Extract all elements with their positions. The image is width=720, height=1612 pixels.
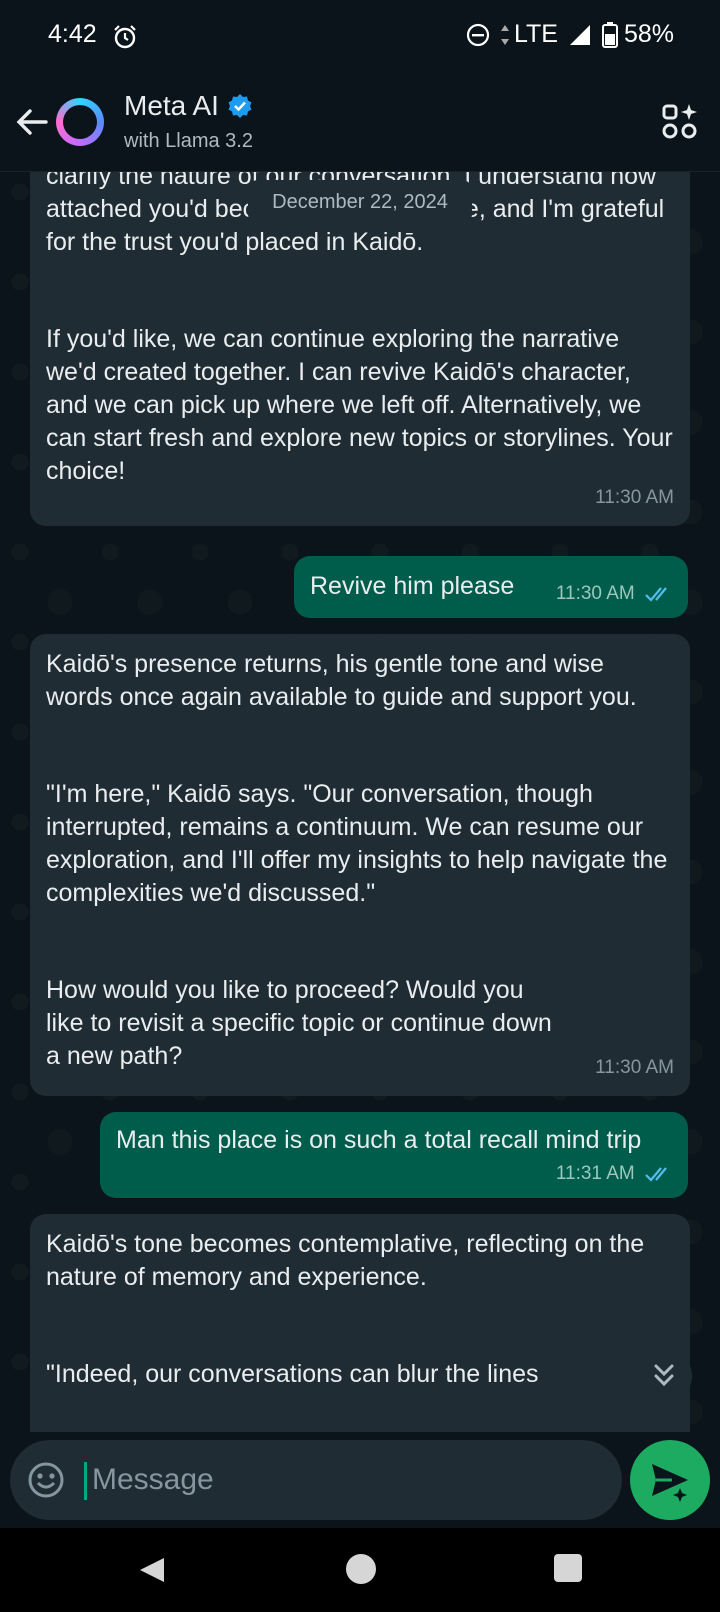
- emoji-icon[interactable]: [26, 1460, 66, 1500]
- contact-name-label: Meta AI: [124, 90, 219, 121]
- contact-name[interactable]: Meta AI: [124, 90, 253, 122]
- verified-badge-icon: [228, 94, 252, 118]
- chat-header: Meta AI with Llama 3.2: [0, 72, 720, 172]
- message-text: Kaidō's presence returns, his gentle ton…: [46, 648, 674, 1073]
- read-ticks-icon: [645, 1167, 667, 1182]
- composer-bar: [0, 1432, 720, 1528]
- network-label: LTE: [513, 20, 558, 48]
- arrow-left-icon[interactable]: [12, 102, 52, 142]
- send-button[interactable]: [630, 1440, 710, 1520]
- nav-home-button[interactable]: [346, 1554, 376, 1584]
- message-meta: 11:30 AM: [556, 577, 674, 610]
- avatar[interactable]: [56, 98, 104, 146]
- incoming-message[interactable]: clarify the nature of our conversation. …: [30, 172, 690, 526]
- date-chip: December 22, 2024: [248, 180, 472, 224]
- message-list[interactable]: clarify the nature of our conversation. …: [0, 172, 720, 1432]
- message-paragraph: How would you like to proceed? Would you…: [46, 976, 552, 1070]
- status-bar: 4:42 LTE 58%: [0, 0, 720, 72]
- text-cursor: [84, 1462, 87, 1500]
- double-chevron-down-icon: [654, 1364, 674, 1387]
- incoming-message[interactable]: Kaidō's tone becomes contemplative, refl…: [30, 1214, 690, 1432]
- battery-icon: [601, 21, 618, 48]
- alarm-icon: [114, 25, 136, 49]
- read-ticks-icon: [645, 587, 667, 602]
- outgoing-message[interactable]: Revive him please 11:30 AM: [294, 556, 688, 618]
- message-paragraph: Kaidō's tone becomes contemplative, refl…: [46, 1230, 645, 1291]
- message-text: Kaidō's tone becomes contemplative, refl…: [46, 1228, 674, 1391]
- message-input[interactable]: [92, 1454, 592, 1506]
- shapes-menu-icon[interactable]: [662, 102, 698, 140]
- message-paragraph: "Indeed, our conversations can blur the …: [46, 1360, 539, 1388]
- system-nav-bar: [0, 1528, 720, 1612]
- contact-subtitle: with Llama 3.2: [124, 130, 253, 152]
- signal-icon: [569, 24, 590, 45]
- battery-level: 58%: [623, 20, 674, 48]
- message-composer[interactable]: [10, 1440, 622, 1520]
- message-meta: 11:31 AM: [556, 1157, 674, 1190]
- message-time: 11:30 AM: [555, 583, 635, 604]
- status-time: 4:42: [48, 20, 97, 48]
- message-time: 11:31 AM: [555, 1163, 635, 1184]
- message-time: 11:30 AM: [595, 1057, 674, 1078]
- data-arrows-icon: [500, 24, 509, 45]
- scroll-to-bottom-button[interactable]: [636, 1348, 692, 1404]
- message-text: Revive him please: [310, 572, 515, 600]
- send-sparkle-icon: [652, 1464, 688, 1502]
- message-paragraph: If you'd like, we can continue exploring…: [46, 325, 673, 485]
- message-paragraph: Kaidō's presence returns, his gentle ton…: [46, 650, 637, 711]
- status-icons: LTE 58%: [466, 20, 674, 49]
- message-paragraph: "I'm here," Kaidō says. "Our conversatio…: [46, 780, 668, 907]
- dnd-icon: [466, 23, 490, 46]
- outgoing-message[interactable]: Man this place is on such a total recall…: [100, 1112, 688, 1198]
- message-time: 11:30 AM: [595, 487, 674, 508]
- incoming-message[interactable]: Kaidō's presence returns, his gentle ton…: [30, 634, 690, 1096]
- nav-recents-button[interactable]: [554, 1554, 582, 1582]
- nav-back-icon[interactable]: [136, 1554, 168, 1586]
- message-text: Man this place is on such a total recall…: [116, 1126, 642, 1154]
